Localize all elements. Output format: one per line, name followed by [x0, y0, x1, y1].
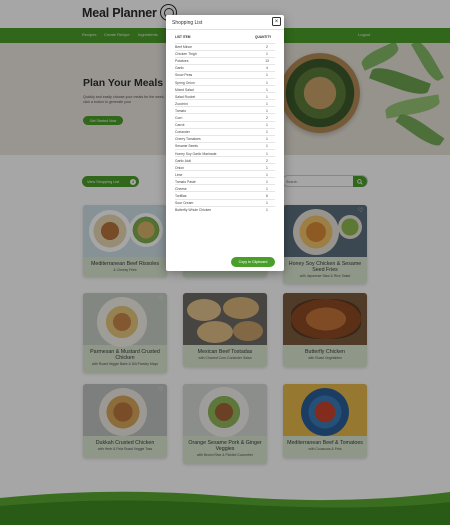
list-item-name: Cherry Tomatoes	[175, 137, 201, 142]
list-item-name: Spring Onion	[175, 80, 195, 85]
list-item-name: Lime	[175, 172, 183, 177]
list-item-quantity: 4	[266, 66, 268, 71]
shopping-list-modal: Shopping List × LIST ITEM QUANTITY Beef …	[166, 15, 284, 271]
list-item-quantity: 2	[266, 45, 268, 50]
column-header-quantity: QUANTITY	[255, 35, 272, 39]
list-item-name: Chicken Thigh	[175, 52, 197, 57]
shopping-list-row: Garlic Aioli 2	[175, 156, 275, 163]
list-item-name: Butterfly Whole Chicken	[175, 208, 212, 213]
shopping-list-row: Cheese 1	[175, 184, 275, 191]
list-item-name: Sour Cream	[175, 201, 194, 206]
shopping-list-row: Coriander 1	[175, 127, 275, 135]
list-item-quantity: 6	[266, 194, 268, 199]
shopping-list-row: Garlic 4	[175, 63, 275, 71]
list-item-name: Sesame Seeds	[175, 144, 198, 149]
list-item-name: Onion	[175, 165, 185, 170]
list-item-quantity: 1	[266, 52, 268, 57]
modal-title: Shopping List	[172, 20, 203, 26]
shopping-list-row: Beef Mince 2	[175, 42, 275, 50]
list-item-name: Cheese	[175, 186, 187, 191]
shopping-list-row: Tomato 1	[175, 106, 275, 113]
list-item-quantity: 1	[266, 80, 268, 85]
list-item-quantity: 1	[266, 151, 268, 156]
list-item-quantity: 1	[266, 208, 268, 213]
list-item-name: Zucchini	[175, 101, 188, 106]
copy-to-clipboard-button[interactable]: Copy to Clipboard	[231, 257, 275, 267]
list-item-name: Snow Peas	[175, 73, 193, 78]
list-item-name: Garlic	[175, 66, 184, 71]
shopping-list-row: Onion 1	[175, 163, 275, 170]
close-icon[interactable]: ×	[272, 17, 281, 26]
list-item-quantity: 2	[266, 116, 268, 121]
column-header-item: LIST ITEM	[175, 35, 191, 39]
list-item-name: Honey Soy Garlic Marinade	[175, 151, 217, 156]
list-item-quantity: 1	[266, 137, 268, 142]
list-item-name: Tomato	[175, 108, 187, 113]
shopping-list-row: Salad Rocket 1	[175, 92, 275, 99]
shopping-list-row: Honey Soy Garlic Marinade 1	[175, 148, 275, 156]
list-item-quantity: 1	[266, 123, 268, 128]
shopping-list-row: Potatoes 13	[175, 56, 275, 64]
shopping-list-row: Chicken Thigh 1	[175, 49, 275, 57]
list-item-quantity: 1	[266, 87, 268, 92]
shopping-list-row: Mixed Salad 1	[175, 85, 275, 92]
list-item-quantity: 13	[265, 59, 269, 64]
list-item-quantity: 2	[266, 158, 268, 163]
list-item-name: Beef Mince	[175, 45, 192, 50]
list-item-quantity: 1	[266, 94, 268, 99]
list-item-name: Corn	[175, 116, 183, 121]
list-item-name: Potatoes	[175, 59, 189, 64]
shopping-list-row: Butterfly Whole Chicken 1	[175, 205, 275, 213]
shopping-list-row: Corn 2	[175, 113, 275, 120]
list-item-quantity: 1	[266, 144, 268, 149]
shopping-list-rows: Beef Mince 2 Chicken Thigh 1 Potatoes 13 Garli…	[175, 42, 275, 213]
list-item-name: Mixed Salad	[175, 87, 194, 92]
list-item-quantity: 1	[266, 201, 268, 206]
list-item-name: Garlic Aioli	[175, 158, 192, 163]
list-item-name: Carrot	[175, 123, 185, 128]
list-item-quantity: 1	[266, 179, 268, 184]
list-item-quantity: 1	[266, 108, 268, 113]
list-item-name: Salad Rocket	[175, 94, 196, 99]
shopping-list-row: Zucchini 1	[175, 99, 275, 106]
shopping-list-row: Spring Onion 1	[175, 77, 275, 85]
shopping-list-row: Sour Cream 1	[175, 198, 275, 206]
shopping-list-row: Carrot 1	[175, 120, 275, 128]
shopping-list-row: Tortillas 6	[175, 191, 275, 198]
shopping-list-row: Sesame Seeds 1	[175, 141, 275, 149]
list-item-name: Tortillas	[175, 194, 187, 199]
list-item-quantity: 1	[266, 165, 268, 170]
shopping-list-header: LIST ITEM QUANTITY	[175, 35, 275, 40]
shopping-list-row: Cherry Tomatoes 1	[175, 134, 275, 142]
list-item-quantity: 1	[266, 172, 268, 177]
list-item-quantity: 1	[266, 186, 268, 191]
list-item-quantity: 1	[266, 130, 268, 135]
shopping-list-row: Snow Peas 1	[175, 70, 275, 78]
shopping-list-row: Lime 1	[175, 170, 275, 177]
list-item-name: Tomato Paste	[175, 179, 196, 184]
modal-divider	[166, 29, 284, 30]
list-item-name: Coriander	[175, 130, 190, 135]
list-item-quantity: 1	[266, 101, 268, 106]
list-item-quantity: 1	[266, 73, 268, 78]
shopping-list-row: Tomato Paste 1	[175, 177, 275, 184]
